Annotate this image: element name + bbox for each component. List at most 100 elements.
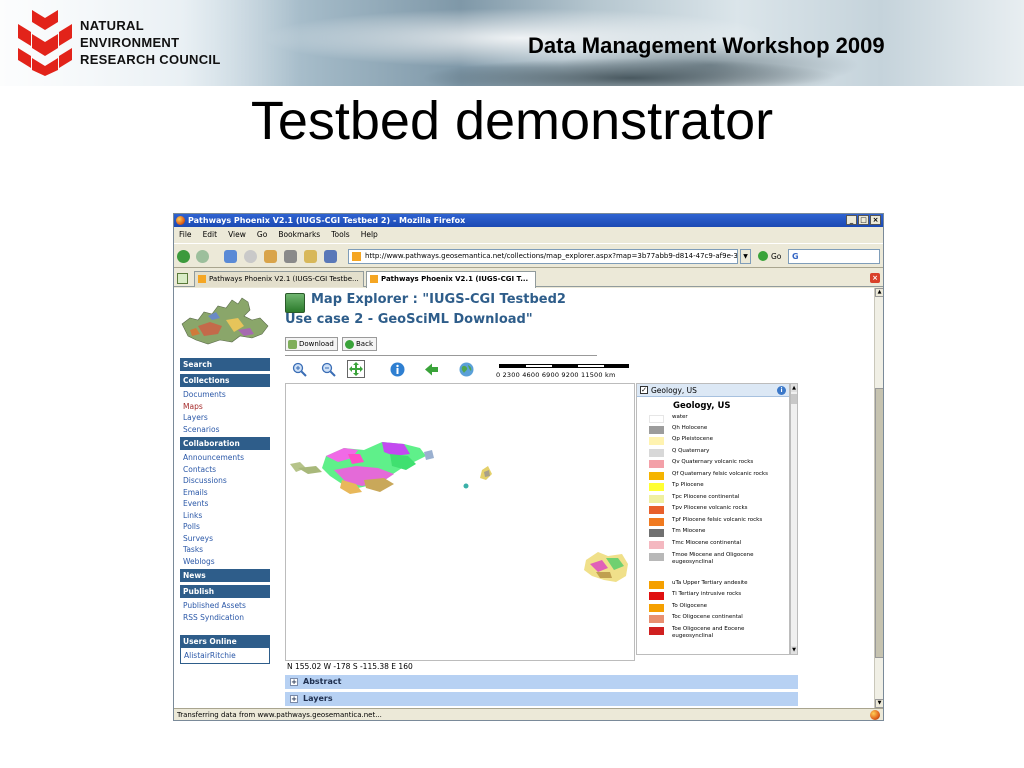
legend-swatch (649, 506, 664, 514)
close-window-button[interactable]: × (870, 215, 881, 225)
minimize-button[interactable]: _ (846, 215, 857, 225)
nav-item-scenarios[interactable]: Scenarios (180, 424, 270, 436)
download-button[interactable]: Download (285, 337, 338, 351)
url-dropdown-button[interactable]: ▼ (740, 249, 751, 264)
legend-scroll-down-icon[interactable]: ▼ (791, 646, 797, 654)
pan-icon[interactable] (347, 360, 365, 378)
nav-item-published-assets[interactable]: Published Assets (180, 600, 270, 612)
nav-news[interactable]: News (180, 569, 270, 582)
globe-icon[interactable] (459, 362, 474, 377)
nav-item-weblogs[interactable]: Weblogs (180, 556, 270, 568)
nav-item-maps[interactable]: Maps (180, 401, 270, 413)
nav-item-surveys[interactable]: Surveys (180, 533, 270, 545)
map-canvas[interactable] (285, 383, 635, 661)
legend-layer-header[interactable]: ✓ Geology, US i (637, 384, 789, 397)
back-arrow-icon[interactable] (177, 250, 190, 263)
nav-item-polls[interactable]: Polls (180, 521, 270, 533)
layer-visibility-checkbox[interactable]: ✓ (640, 386, 648, 394)
back-icon (345, 340, 354, 349)
home-icon[interactable] (264, 250, 277, 263)
menu-file[interactable]: File (179, 228, 192, 242)
legend-item-label: Toc Oligocene continental (672, 614, 743, 620)
zoom-in-icon[interactable] (292, 362, 307, 377)
nav-users-online-header: Users Online (180, 635, 270, 648)
menu-bookmarks[interactable]: Bookmarks (278, 228, 320, 242)
legend-swatch (649, 604, 664, 612)
search-input[interactable]: G (788, 249, 880, 264)
nav-item-events[interactable]: Events (180, 498, 270, 510)
scroll-up-icon[interactable]: ▲ (875, 288, 883, 297)
menu-edit[interactable]: Edit (203, 228, 218, 242)
tab-pathways-2[interactable]: Pathways Phoenix V2.1 (IUGS-CGI T... (366, 271, 536, 288)
menu-help[interactable]: Help (361, 228, 378, 242)
nav-item-layers[interactable]: Layers (180, 412, 270, 424)
legend-swatch (649, 472, 664, 480)
menu-bar: File Edit View Go Bookmarks Tools Help (174, 228, 883, 242)
info-icon[interactable] (390, 362, 405, 377)
nav-item-discussions[interactable]: Discussions (180, 475, 270, 487)
navigation-toolbar: http://www.pathways.geosemantica.net/col… (174, 243, 883, 268)
print-icon[interactable] (284, 250, 297, 263)
legend-item-label: Tp Pliocene (672, 482, 704, 488)
expand-icon[interactable]: + (290, 678, 298, 686)
legend-swatch (649, 541, 664, 549)
legend-scrollbar[interactable]: ▲ ▼ (790, 383, 798, 655)
bookmark-icon[interactable] (304, 250, 317, 263)
legend-scroll-up-icon[interactable]: ▲ (791, 384, 797, 392)
close-tab-icon[interactable]: × (870, 273, 880, 283)
nav-item-documents[interactable]: Documents (180, 389, 270, 401)
forward-arrow-icon[interactable] (196, 250, 209, 263)
scroll-thumb[interactable] (875, 388, 883, 658)
window-title: Pathways Phoenix V2.1 (IUGS-CGI Testbed … (188, 216, 466, 225)
menu-tools[interactable]: Tools (331, 228, 349, 242)
new-tab-icon[interactable] (177, 273, 188, 284)
world-geology-map[interactable] (286, 384, 634, 660)
url-input[interactable]: http://www.pathways.geosemantica.net/col… (348, 249, 738, 264)
legend-title: Geology, US (673, 401, 731, 411)
status-text: Transferring data from www.pathways.geos… (177, 711, 382, 719)
toolbar-divider (285, 355, 597, 356)
nav-collaboration-header[interactable]: Collaboration (180, 437, 270, 450)
legend-item-label: water (672, 414, 688, 420)
previous-extent-icon[interactable] (424, 362, 439, 377)
menu-view[interactable]: View (228, 228, 246, 242)
reload-icon[interactable] (224, 250, 237, 263)
abstract-section-header[interactable]: + Abstract (285, 675, 798, 689)
page-scrollbar[interactable]: ▲ ▼ (874, 288, 883, 708)
layers-section-header[interactable]: + Layers (285, 692, 798, 706)
legend-scroll-thumb[interactable] (791, 394, 797, 404)
stop-icon[interactable] (244, 250, 257, 263)
zoom-out-icon[interactable] (321, 362, 336, 377)
legend-item-label: Tmc Miocene continental (672, 540, 742, 546)
legend-layer-name: Geology, US (651, 386, 697, 395)
tab-pathways-1[interactable]: Pathways Phoenix V2.1 (IUGS-CGI Testbe..… (194, 271, 364, 287)
sidebar-icon[interactable] (324, 250, 337, 263)
back-button[interactable]: Back (342, 337, 377, 351)
online-user[interactable]: AlistairRitchie (180, 648, 270, 664)
nav-search[interactable]: Search (180, 358, 270, 371)
nav-publish-header[interactable]: Publish (180, 585, 270, 598)
canada-map-thumbnail[interactable] (178, 290, 272, 352)
menu-go[interactable]: Go (257, 228, 267, 242)
nav-item-rss-syndication[interactable]: RSS Syndication (180, 612, 270, 624)
expand-icon[interactable]: + (290, 695, 298, 703)
legend-item-label: Qp Pleistocene (672, 436, 713, 442)
nav-item-links[interactable]: Links (180, 510, 270, 522)
layer-info-icon[interactable]: i (777, 386, 786, 395)
nav-item-contacts[interactable]: Contacts (180, 464, 270, 476)
go-button[interactable]: Go (758, 251, 781, 261)
nav-item-announcements[interactable]: Announcements (180, 452, 270, 464)
scale-bar-label: 0 2300 4600 6900 9200 11500 km (496, 371, 616, 379)
nav-collections: Collections Documents Maps Layers Scenar… (180, 374, 270, 437)
nav-collections-header[interactable]: Collections (180, 374, 270, 387)
nav-item-emails[interactable]: Emails (180, 487, 270, 499)
nerc-logo-icon (18, 10, 72, 76)
legend-swatch (649, 460, 664, 468)
scroll-down-icon[interactable]: ▼ (875, 699, 883, 708)
nav-publish: Publish Published Assets RSS Syndication (180, 585, 270, 625)
maximize-button[interactable]: □ (858, 215, 869, 225)
page-subtitle: Use case 2 - GeoSciML Download" (285, 312, 533, 327)
go-arrow-icon (758, 251, 768, 261)
nav-item-tasks[interactable]: Tasks (180, 544, 270, 556)
google-search-icon: G (792, 252, 799, 261)
